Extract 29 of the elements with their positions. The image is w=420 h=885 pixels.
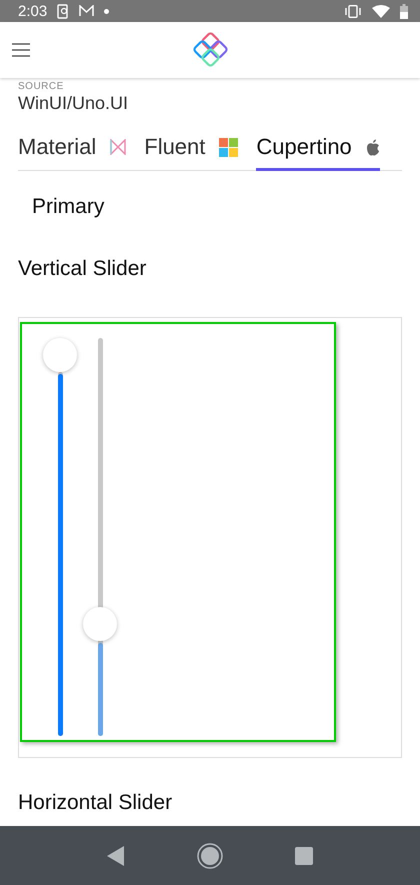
slider-thumb[interactable] [43,338,77,372]
home-icon [197,842,223,868]
tab[interactable]: Cupertino [256,134,380,171]
back-button[interactable] [107,846,125,866]
variant-title: Primary [32,195,106,219]
recents-icon [295,846,313,864]
source-value: WinUI/Uno.UI [18,93,130,114]
dot-icon [104,8,110,14]
vertical-slider[interactable] [83,338,117,736]
source-label: SOURCE [18,81,65,93]
bowtie-icon [110,139,126,155]
phone-sync-icon [57,4,70,18]
tab[interactable]: Fluent [144,134,238,171]
mail-icon [79,5,94,17]
apple-icon [366,138,380,156]
windows-icon [219,138,238,156]
vertical-slider[interactable] [43,338,77,736]
logo-icon [191,32,229,68]
section-title: Horizontal Slider [18,791,174,815]
wifi-icon [372,4,390,18]
back-icon [107,846,125,866]
tab[interactable]: Material [18,134,126,171]
battery-icon [400,4,408,18]
vibrate-icon [344,4,362,18]
menu-icon [12,43,30,57]
home-button[interactable] [197,842,223,868]
recents-button[interactable] [295,846,313,864]
clock-time: 2:03 [18,2,48,20]
section-title: Vertical Slider [18,257,148,281]
